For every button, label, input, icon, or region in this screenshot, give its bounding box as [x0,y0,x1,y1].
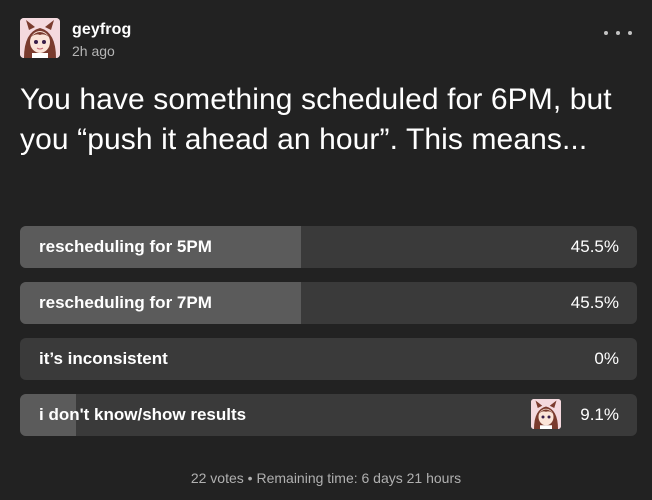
voter-avatar [531,399,561,429]
poll-option-percent: 45.5% [570,293,619,312]
anime-avatar-icon [531,399,561,429]
footer-separator: • [247,470,253,486]
poll-option-7pm[interactable]: rescheduling for 7PM 45.5% [20,282,637,324]
poll-option-percent: 45.5% [570,237,619,256]
post-timestamp: 2h ago [72,43,115,59]
anime-avatar-icon [20,18,60,58]
poll-option-show-results[interactable]: i don't know/show results 9.1% [20,394,637,436]
remaining-time: Remaining time: 6 days 21 hours [256,470,462,486]
poll-option-inconsistent[interactable]: it’s inconsistent 0% [20,338,637,380]
poll-question: You have something scheduled for 6PM, bu… [20,83,612,156]
poll-option-percent: 9.1% [580,405,619,424]
poll-option-percent: 0% [594,349,619,368]
poll-option-label: it’s inconsistent [39,349,168,368]
poll-footer: 22 votes • Remaining time: 6 days 21 hou… [0,470,652,486]
author-name[interactable]: geyfrog [72,21,131,39]
poll-option-label: i don't know/show results [39,405,247,424]
author-avatar[interactable] [20,18,60,58]
poll-options: rescheduling for 5PM 45.5% rescheduling … [20,226,637,450]
poll-option-5pm[interactable]: rescheduling for 5PM 45.5% [20,226,637,268]
poll-option-label: rescheduling for 5PM [39,237,212,256]
post-header: geyfrog 2h ago [20,18,632,60]
vote-count: 22 votes [190,470,244,486]
poll-option-label: rescheduling for 7PM [39,293,212,312]
more-options-icon[interactable] [604,26,632,40]
